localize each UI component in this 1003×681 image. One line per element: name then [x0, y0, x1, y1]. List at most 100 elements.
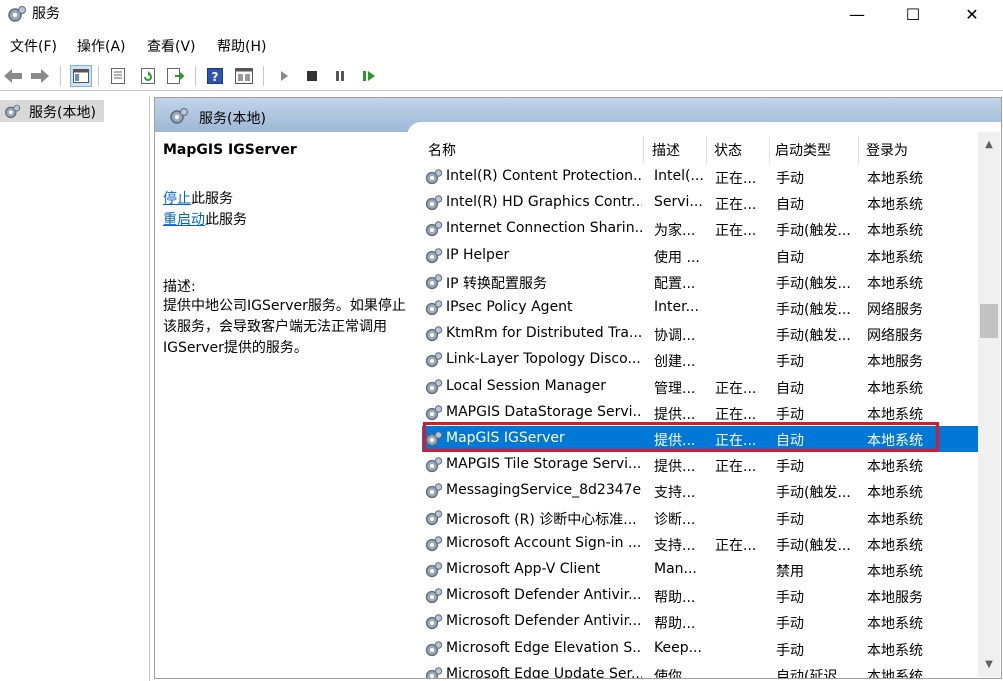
row-log-on-as: 本地系统: [867, 642, 923, 659]
help-icon[interactable]: ?: [204, 65, 226, 87]
service-gear-icon: [425, 351, 443, 369]
row-description: 使你...: [654, 668, 696, 679]
service-gear-icon: [425, 535, 443, 553]
export-list-icon[interactable]: [165, 65, 187, 87]
row-startup-type: 手动: [776, 459, 804, 476]
row-log-on-as: 本地服务: [867, 590, 923, 607]
row-startup-type: 手动(触发...: [776, 275, 851, 292]
menu-bar: 文件(F) 操作(A) 查看(V) 帮助(H): [0, 33, 1003, 57]
service-gear-icon: [425, 509, 443, 527]
scroll-up-icon[interactable]: ▲: [978, 134, 1000, 154]
row-log-on-as: 本地系统: [867, 223, 923, 240]
row-status: 正在...: [715, 223, 757, 240]
row-service-name: IP 转换配置服务: [446, 275, 548, 292]
row-description: 提供...: [654, 459, 696, 476]
row-service-name: Microsoft (R) 诊断中心标准...: [446, 511, 637, 528]
services-gear-icon: [5, 104, 21, 119]
table-row[interactable]: Intel(R) HD Graphics Contr... Servi... 正在.…: [422, 190, 982, 216]
column-status[interactable]: 状态: [714, 136, 770, 164]
row-description: Man...: [654, 561, 697, 577]
pause-service-icon[interactable]: [329, 65, 351, 87]
row-status: 正在...: [715, 406, 757, 423]
service-gear-icon: [425, 404, 443, 422]
row-log-on-as: 本地系统: [867, 485, 923, 502]
row-startup-type: 手动: [776, 171, 804, 187]
resume-service-icon[interactable]: [358, 65, 380, 87]
table-row[interactable]: Microsoft Account Sign-in ... 支持... 正在... 手…: [422, 531, 982, 557]
row-startup-type: 自动: [776, 433, 804, 449]
menu-help[interactable]: 帮助(H): [217, 36, 266, 56]
forward-arrow-icon[interactable]: [29, 65, 51, 87]
restart-service-link[interactable]: 重启动: [163, 212, 205, 228]
table-row[interactable]: Local Session Manager 管理... 正在... 自动 本地系统: [422, 374, 982, 400]
table-row[interactable]: IP Helper 使用 ... 自动 本地系统: [422, 243, 982, 269]
maximize-button[interactable]: ☐: [885, 0, 941, 28]
service-gear-icon: [425, 456, 443, 474]
stop-service-link[interactable]: 停止: [163, 191, 191, 207]
table-row[interactable]: Microsoft Edge Update Ser... 使你... 自动(延迟..…: [422, 662, 982, 679]
tree-node-services-local[interactable]: 服务(本地): [0, 100, 104, 122]
row-service-name: Microsoft Defender Antivir...: [446, 613, 642, 630]
table-row[interactable]: Microsoft (R) 诊断中心标准... 诊断... 手动 本地系统: [422, 505, 982, 531]
service-gear-icon: [425, 299, 443, 317]
table-row[interactable]: Internet Connection Sharin... 为家... 正在... 手…: [422, 216, 982, 242]
refresh-icon[interactable]: [137, 65, 159, 87]
table-row[interactable]: MAPGIS Tile Storage Servi... 提供... 正在... 手动…: [422, 452, 982, 478]
table-row[interactable]: Microsoft Defender Antivir... 帮助... 手动 本地服务: [422, 583, 982, 609]
row-service-name: Microsoft Edge Elevation S...: [446, 639, 642, 656]
table-row[interactable]: IP 转换配置服务 配置... 手动(触发... 本地系统: [422, 269, 982, 295]
table-row[interactable]: Microsoft App-V Client Man... 禁用 本地系统: [422, 557, 982, 583]
table-row[interactable]: MAPGIS DataStorage Servi... 提供... 正在... 手动 本…: [422, 400, 982, 426]
row-description: 使用 ...: [654, 249, 700, 266]
table-row[interactable]: Intel(R) Content Protection... Intel(... 正…: [422, 164, 982, 190]
row-description: Inter...: [654, 299, 699, 315]
row-service-name: Local Session Manager: [446, 377, 606, 394]
table-row[interactable]: IPsec Policy Agent Inter... 手动(触发... 网络服务: [422, 295, 982, 321]
row-startup-type: 手动: [776, 406, 804, 423]
table-row[interactable]: MessagingService_8d2347e 支持... 手动(触发... 本地系…: [422, 478, 982, 504]
row-service-name: Microsoft Edge Update Ser...: [446, 665, 642, 679]
toolbar-separator: [195, 66, 196, 86]
table-row[interactable]: MapGIS IGServer 提供... 正在... 自动 本地系统: [422, 426, 982, 452]
row-log-on-as: 本地系统: [867, 459, 923, 476]
selected-service-name: MapGIS IGServer: [163, 142, 297, 158]
table-row[interactable]: KtmRm for Distributed Tra... 协调... 手动(触发..…: [422, 321, 982, 347]
menu-file[interactable]: 文件(F): [10, 36, 57, 56]
row-startup-type: 手动: [776, 642, 804, 659]
view-icon[interactable]: [233, 65, 255, 87]
row-startup-type: 自动: [776, 380, 804, 397]
start-service-icon[interactable]: [273, 65, 295, 87]
row-service-name: Microsoft Account Sign-in ...: [446, 534, 642, 551]
row-log-on-as: 本地系统: [867, 275, 923, 292]
vertical-scrollbar[interactable]: ▲ ▼: [978, 132, 1000, 677]
column-name[interactable]: 名称: [428, 136, 644, 164]
services-gear-icon: [8, 6, 26, 22]
column-description[interactable]: 描述: [652, 136, 707, 164]
table-row[interactable]: Microsoft Edge Elevation S... Keep... 手动 本地…: [422, 636, 982, 662]
stop-service-icon[interactable]: [301, 65, 323, 87]
row-service-name: KtmRm for Distributed Tra...: [446, 325, 642, 342]
table-row[interactable]: Link-Layer Topology Disco... 创建... 手动 本地服务: [422, 347, 982, 373]
menu-action[interactable]: 操作(A): [77, 36, 126, 56]
row-status: 正在...: [715, 433, 757, 449]
row-service-name: MAPGIS Tile Storage Servi...: [446, 456, 642, 473]
back-arrow-icon[interactable]: [2, 65, 24, 87]
column-startup-type[interactable]: 启动类型: [775, 136, 859, 164]
service-gear-icon: [425, 247, 443, 265]
table-row[interactable]: Microsoft Defender Antivir... 帮助... 手动 本地系统: [422, 609, 982, 635]
row-startup-type: 手动(触发...: [776, 223, 851, 240]
console-tree-icon[interactable]: [70, 65, 92, 87]
service-gear-icon: [425, 666, 443, 678]
scroll-down-icon[interactable]: ▼: [978, 654, 1000, 674]
row-startup-type: 自动(延迟...: [776, 668, 851, 679]
close-button[interactable]: ✕: [944, 0, 1000, 28]
row-startup-type: 禁用: [776, 564, 804, 580]
minimize-button[interactable]: —: [829, 0, 885, 28]
column-log-on-as[interactable]: 登录为: [866, 136, 936, 164]
service-gear-icon: [425, 168, 443, 186]
menu-view[interactable]: 查看(V): [147, 36, 196, 56]
scroll-thumb[interactable]: [980, 304, 998, 338]
panel-header-title: 服务(本地): [199, 111, 266, 127]
properties-icon[interactable]: [107, 65, 129, 87]
row-startup-type: 手动(触发...: [776, 485, 851, 502]
